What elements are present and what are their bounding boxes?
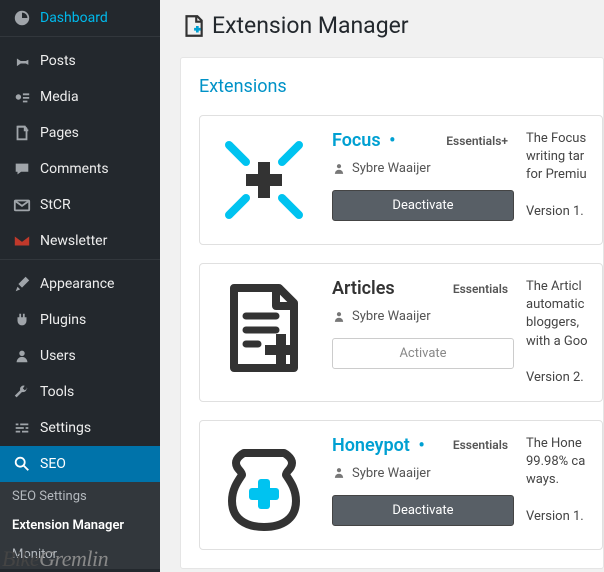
extension-card-focus: Focus • Essentials+ Sybre Waaijer Deacti… bbox=[199, 115, 603, 245]
sidebar-item-label: StCR bbox=[40, 197, 71, 213]
plug-icon bbox=[12, 310, 32, 330]
search-icon bbox=[12, 454, 32, 474]
extension-name: Honeypot • bbox=[332, 435, 425, 456]
author-icon bbox=[332, 162, 346, 176]
extension-version: Version 1. bbox=[526, 509, 584, 524]
extension-tier: Essentials bbox=[453, 438, 508, 452]
sidebar-item-label: Appearance bbox=[40, 276, 114, 292]
sidebar-item-seo[interactable]: SEO bbox=[0, 446, 160, 482]
submenu-item-seo-settings[interactable]: SEO Settings bbox=[0, 482, 160, 511]
sidebar-item-posts[interactable]: Posts bbox=[0, 43, 160, 79]
extension-name: Focus • bbox=[332, 130, 395, 151]
sidebar-item-label: Comments bbox=[40, 161, 109, 177]
sidebar-item-comments[interactable]: Comments bbox=[0, 151, 160, 187]
dashboard-icon bbox=[12, 8, 32, 28]
extension-version: Version 2. bbox=[526, 370, 584, 385]
sidebar-item-label: Dashboard bbox=[40, 10, 108, 26]
brush-icon bbox=[12, 274, 32, 294]
sidebar-item-media[interactable]: Media bbox=[0, 79, 160, 115]
sidebar-item-label: Settings bbox=[40, 420, 91, 436]
sidebar-item-dashboard[interactable]: Dashboard bbox=[0, 0, 160, 36]
comment-icon bbox=[12, 159, 32, 179]
honeypot-icon bbox=[214, 435, 314, 535]
sidebar-item-label: Media bbox=[40, 89, 79, 105]
extension-description: The Focus writing tar for Premiu Version… bbox=[526, 130, 588, 230]
user-icon bbox=[12, 346, 32, 366]
extension-card-honeypot: Honeypot • Essentials Sybre Waaijer Deac… bbox=[199, 420, 603, 550]
page-title: Extension Manager bbox=[180, 0, 604, 57]
sidebar-item-label: Posts bbox=[40, 53, 76, 69]
sidebar-item-settings[interactable]: Settings bbox=[0, 410, 160, 446]
mail-icon bbox=[12, 195, 32, 215]
extension-description: The Articl automatic bloggers, with a Go… bbox=[526, 278, 588, 387]
activate-button[interactable]: Activate bbox=[332, 338, 514, 369]
submenu-item-extension-manager[interactable]: Extension Manager bbox=[0, 511, 160, 540]
main-content: Extension Manager Extensions Focus • Ess… bbox=[160, 0, 604, 572]
pin-icon bbox=[12, 51, 32, 71]
sidebar-item-label: SEO bbox=[40, 456, 66, 472]
watermark: BikeGremlin bbox=[0, 546, 110, 572]
sidebar-item-label: Plugins bbox=[40, 312, 86, 328]
wrench-icon bbox=[12, 382, 32, 402]
sidebar-item-newsletter[interactable]: Newsletter bbox=[0, 223, 160, 259]
sidebar-item-plugins[interactable]: Plugins bbox=[0, 302, 160, 338]
page-title-text: Extension Manager bbox=[212, 12, 409, 39]
deactivate-button[interactable]: Deactivate bbox=[332, 190, 514, 221]
extension-author: Sybre Waaijer bbox=[332, 161, 508, 176]
sidebar-item-tools[interactable]: Tools bbox=[0, 374, 160, 410]
extension-description: The Hone 99.98% ca ways. Version 1. bbox=[526, 435, 588, 535]
section-heading: Extensions bbox=[199, 76, 603, 97]
deactivate-button[interactable]: Deactivate bbox=[332, 495, 514, 526]
extension-tier: Essentials+ bbox=[446, 134, 508, 148]
extension-version: Version 1. bbox=[526, 204, 584, 219]
sliders-icon bbox=[12, 418, 32, 438]
extension-name: Articles bbox=[332, 278, 395, 299]
sidebar-item-label: Newsletter bbox=[40, 233, 107, 249]
extensions-panel: Extensions Focus • Essentials+ Sybre Waa… bbox=[180, 57, 604, 569]
media-icon bbox=[12, 87, 32, 107]
extension-author: Sybre Waaijer bbox=[332, 466, 508, 481]
extension-author: Sybre Waaijer bbox=[332, 309, 508, 324]
sidebar-item-users[interactable]: Users bbox=[0, 338, 160, 374]
envelope-icon bbox=[12, 231, 32, 251]
sidebar-item-appearance[interactable]: Appearance bbox=[0, 266, 160, 302]
sidebar-item-label: Tools bbox=[40, 384, 74, 400]
articles-icon bbox=[214, 278, 314, 378]
focus-icon bbox=[214, 130, 314, 230]
pages-icon bbox=[12, 123, 32, 143]
extension-manager-icon bbox=[180, 13, 206, 39]
extension-tier: Essentials bbox=[453, 282, 508, 296]
author-icon bbox=[332, 310, 346, 324]
extension-card-articles: Articles Essentials Sybre Waaijer Activa… bbox=[199, 263, 603, 402]
sidebar-item-pages[interactable]: Pages bbox=[0, 115, 160, 151]
sidebar-item-label: Users bbox=[40, 348, 76, 364]
sidebar-item-stcr[interactable]: StCR bbox=[0, 187, 160, 223]
admin-sidebar: Dashboard Posts Media Pages Comments StC… bbox=[0, 0, 160, 572]
author-icon bbox=[332, 466, 346, 480]
sidebar-item-label: Pages bbox=[40, 125, 79, 141]
